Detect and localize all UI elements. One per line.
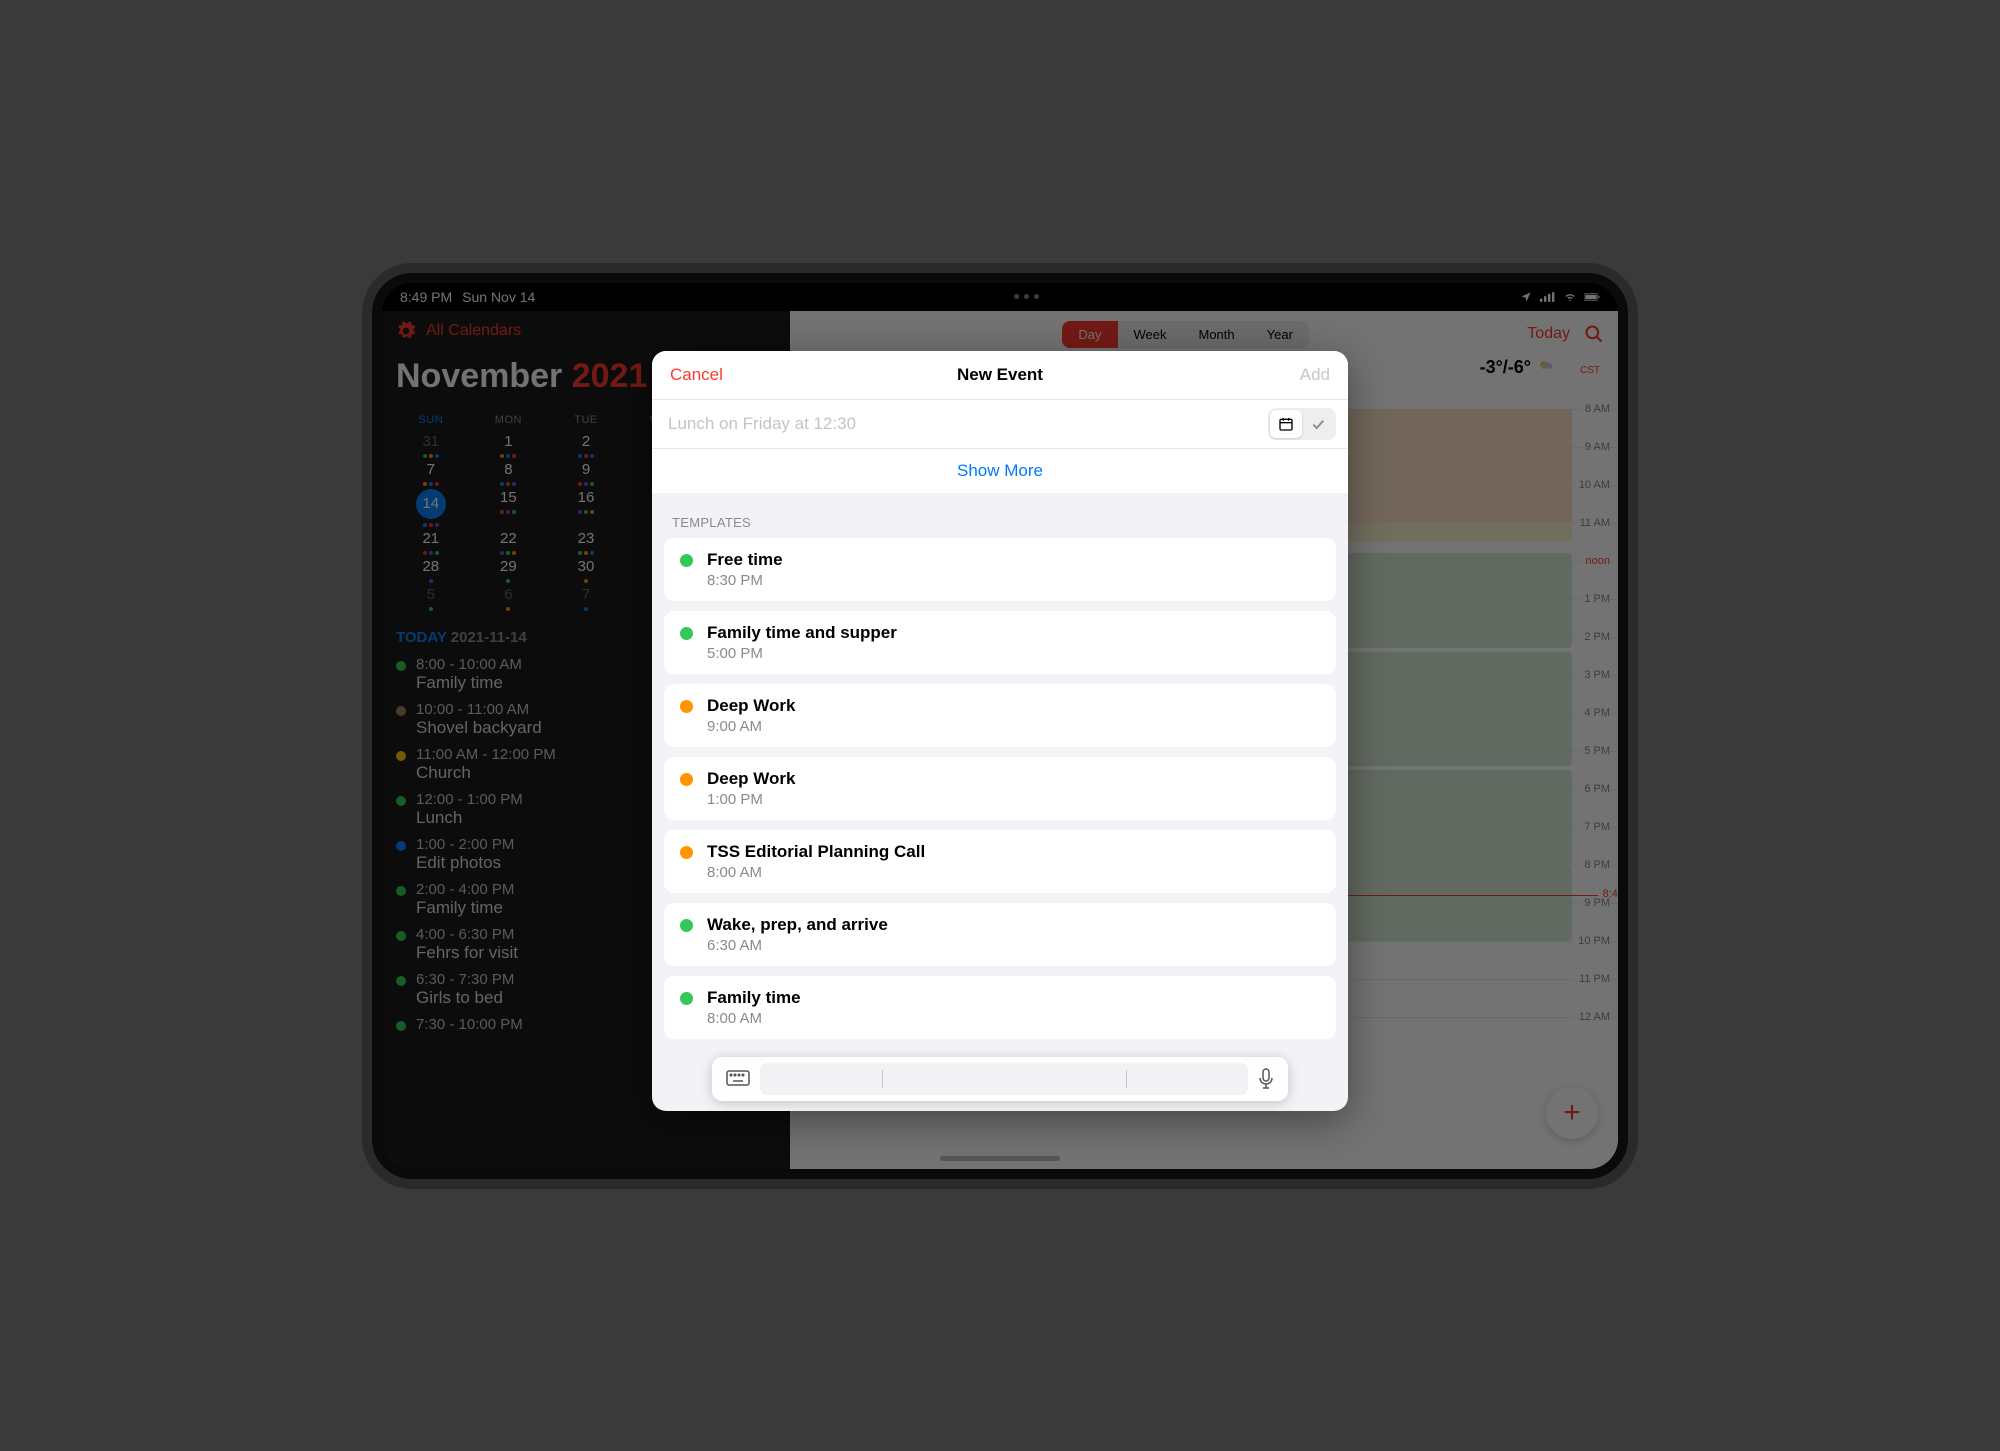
keyboard-icon[interactable]: [726, 1070, 750, 1088]
calendar-day[interactable]: 8: [470, 458, 548, 486]
calendar-day[interactable]: 16: [547, 486, 625, 527]
parse-mode-toggle[interactable]: [1268, 408, 1336, 440]
home-indicator[interactable]: [940, 1156, 1060, 1161]
show-more-link[interactable]: Show More: [652, 449, 1348, 493]
location-icon: [1518, 291, 1534, 303]
weather-summary: -3°/-6°: [1480, 357, 1556, 378]
template-item[interactable]: TSS Editorial Planning Call8:00 AM: [664, 830, 1336, 893]
template-item[interactable]: Wake, prep, and arrive6:30 AM: [664, 903, 1336, 966]
all-calendars-link[interactable]: All Calendars: [426, 322, 521, 340]
calendar-day[interactable]: 23: [547, 527, 625, 555]
calendar-day[interactable]: 28: [392, 555, 470, 583]
cancel-button[interactable]: Cancel: [670, 365, 723, 385]
status-time: 8:49 PM: [400, 289, 452, 305]
templates-list: Free time8:30 PM Family time and supper5:…: [652, 538, 1348, 1111]
template-item[interactable]: Family time8:00 AM: [664, 976, 1336, 1039]
wifi-icon: [1562, 291, 1578, 303]
calendar-day[interactable]: 29: [470, 555, 548, 583]
calendar-mode-icon[interactable]: [1270, 410, 1302, 438]
new-event-modal: Cancel New Event Add Show More TEMPLATES…: [652, 351, 1348, 1111]
calendar-day[interactable]: 21: [392, 527, 470, 555]
status-bar: 8:49 PM Sun Nov 14: [382, 283, 1618, 307]
timezone-label: CST: [1580, 365, 1600, 376]
calendar-day[interactable]: 15: [470, 486, 548, 527]
ipad-device-frame: 8:49 PM Sun Nov 14 All Calendars Novembe…: [362, 263, 1638, 1189]
segment-week[interactable]: Week: [1118, 321, 1183, 348]
calendar-day[interactable]: 9: [547, 458, 625, 486]
segment-day[interactable]: Day: [1062, 321, 1117, 348]
signal-icon: [1540, 291, 1556, 303]
calendar-day[interactable]: 14: [392, 486, 470, 527]
template-item[interactable]: Deep Work9:00 AM: [664, 684, 1336, 747]
calendar-day[interactable]: 7: [547, 583, 625, 611]
calendar-day[interactable]: 22: [470, 527, 548, 555]
event-title-input[interactable]: [664, 400, 1268, 448]
battery-icon: [1584, 291, 1600, 303]
calendar-day[interactable]: 7: [392, 458, 470, 486]
add-event-button[interactable]: +: [1546, 1087, 1598, 1139]
calendar-day[interactable]: 2: [547, 430, 625, 458]
screen: 8:49 PM Sun Nov 14 All Calendars Novembe…: [382, 283, 1618, 1169]
status-date: Sun Nov 14: [462, 289, 535, 305]
segment-year[interactable]: Year: [1251, 321, 1309, 348]
add-button[interactable]: Add: [1300, 365, 1330, 385]
gear-icon[interactable]: [396, 321, 416, 341]
multitask-dots[interactable]: [1014, 294, 1039, 299]
calendar-day[interactable]: 5: [392, 583, 470, 611]
template-item[interactable]: Family time and supper5:00 PM: [664, 611, 1336, 674]
view-segmented-control[interactable]: DayWeekMonthYear: [1062, 321, 1309, 348]
calendar-day[interactable]: 6: [470, 583, 548, 611]
template-item[interactable]: Free time8:30 PM: [664, 538, 1336, 601]
calendar-day[interactable]: 30: [547, 555, 625, 583]
template-item[interactable]: Deep Work1:00 PM: [664, 757, 1336, 820]
checkmark-mode-icon[interactable]: [1302, 410, 1334, 438]
today-button[interactable]: Today: [1527, 325, 1570, 343]
modal-title: New Event: [652, 365, 1348, 385]
segment-month[interactable]: Month: [1183, 321, 1251, 348]
templates-section-label: TEMPLATES: [652, 493, 1348, 538]
calendar-day[interactable]: 1: [470, 430, 548, 458]
search-icon[interactable]: [1584, 324, 1604, 344]
weather-icon: [1536, 357, 1556, 377]
keyboard-toolbar[interactable]: [712, 1057, 1288, 1101]
calendar-day[interactable]: 31: [392, 430, 470, 458]
scribble-area[interactable]: [760, 1063, 1248, 1095]
microphone-icon[interactable]: [1258, 1068, 1274, 1090]
